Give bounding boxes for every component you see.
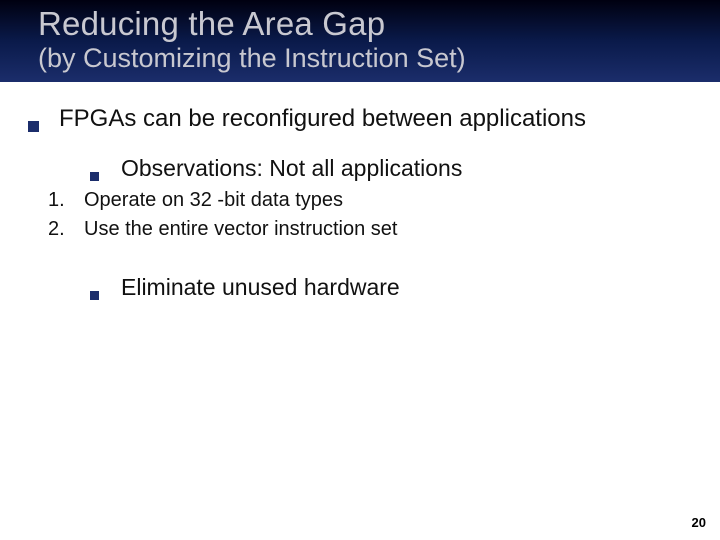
numbered-item: 1. Operate on 32 -bit data types: [48, 187, 692, 214]
numbered-list: 1. Operate on 32 -bit data types 2. Use …: [48, 187, 692, 243]
slide-subtitle: (by Customizing the Instruction Set): [38, 44, 720, 74]
bullet-level2-eliminate: Eliminate unused hardware: [90, 273, 692, 302]
bullet-level2-observations: Observations: Not all applications: [90, 154, 692, 183]
slide-body: FPGAs can be reconfigured between applic…: [0, 82, 720, 302]
numbered-item: 2. Use the entire vector instruction set: [48, 216, 692, 243]
numbered-label: 1.: [48, 189, 84, 212]
numbered-label: 2.: [48, 218, 84, 241]
bullet-text: Eliminate unused hardware: [121, 273, 400, 302]
bullet-text: Observations: Not all applications: [121, 154, 462, 183]
numbered-text: Use the entire vector instruction set: [84, 216, 397, 243]
slide: Reducing the Area Gap (by Customizing th…: [0, 0, 720, 540]
square-bullet-icon: [90, 291, 99, 300]
bullet-text: FPGAs can be reconfigured between applic…: [59, 104, 586, 134]
square-bullet-icon: [28, 121, 39, 132]
square-bullet-icon: [90, 172, 99, 181]
slide-header: Reducing the Area Gap (by Customizing th…: [0, 0, 720, 82]
spacer: [28, 245, 692, 265]
bullet-level1: FPGAs can be reconfigured between applic…: [28, 104, 692, 134]
slide-title: Reducing the Area Gap: [38, 6, 720, 42]
numbered-text: Operate on 32 -bit data types: [84, 187, 343, 214]
page-number: 20: [692, 515, 706, 530]
